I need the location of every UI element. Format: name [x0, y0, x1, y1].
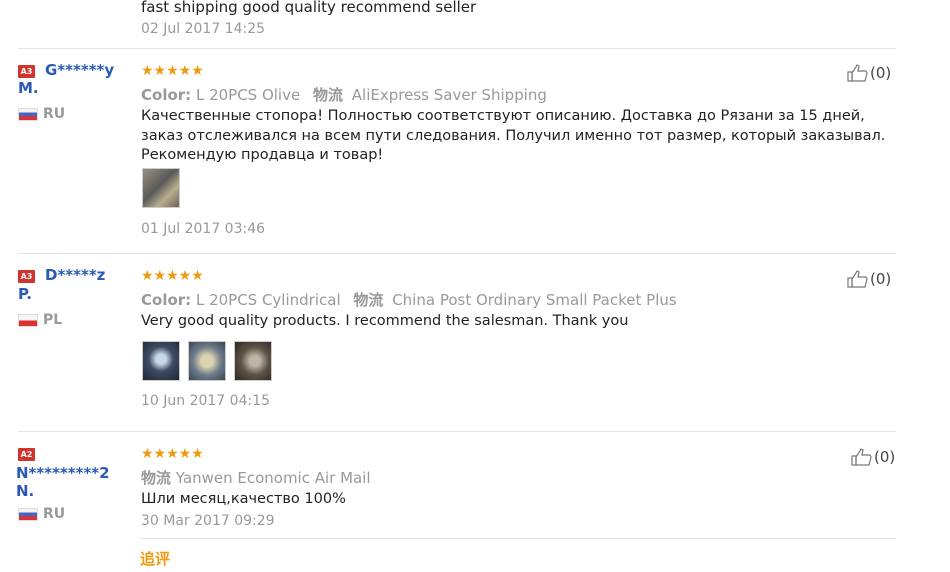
- thumbs-up-icon: [847, 270, 868, 288]
- review-photo-thumbnail[interactable]: [142, 168, 180, 208]
- thumbs-up-icon: [847, 64, 868, 82]
- thumbs-up-icon: [851, 448, 872, 466]
- buyer-name[interactable]: D*****z: [45, 266, 105, 285]
- review-date: 30 Mar 2017 09:29: [141, 513, 275, 529]
- buyer-level-badge: A2: [18, 448, 35, 461]
- order-info: 物流 Yanwen Economic Air Mail: [141, 467, 371, 488]
- helpful-button[interactable]: (0): [847, 64, 891, 82]
- review-date: 02 Jul 2017 14:25: [141, 21, 266, 37]
- review-text: Very good quality products. I recommend …: [141, 313, 629, 329]
- review-photo-thumbnail[interactable]: [234, 341, 272, 381]
- color-label: Color:: [141, 291, 192, 309]
- shipping-label: 物流: [141, 469, 172, 487]
- add-review-link[interactable]: 追评: [140, 548, 170, 569]
- buyer-country: RU: [18, 106, 65, 122]
- buyer-name-initial[interactable]: N.: [16, 482, 34, 501]
- order-info: Color: L 20PCS Cylindrical 物流 China Post…: [141, 289, 677, 310]
- color-value: L 20PCS Cylindrical: [195, 291, 341, 309]
- buyer-country: RU: [18, 506, 65, 522]
- buyer-name-initial[interactable]: M.: [18, 79, 39, 98]
- buyer-name-initial[interactable]: P.: [18, 285, 32, 304]
- shipping-method: AliExpress Saver Shipping: [351, 86, 547, 104]
- country-code: RU: [43, 506, 66, 522]
- country-code: RU: [43, 106, 66, 122]
- buyer-country: PL: [18, 312, 62, 328]
- flag-ru-icon: [18, 507, 38, 521]
- buyer-level-badge: A3: [18, 270, 35, 283]
- color-label: Color:: [141, 86, 192, 104]
- star-rating: ★★★★★: [141, 268, 204, 284]
- buyer-name[interactable]: N*********2: [16, 464, 110, 483]
- buyer-level-badge: A3: [18, 65, 35, 78]
- divider: [18, 253, 896, 254]
- flag-ru-icon: [18, 107, 38, 121]
- helpful-button[interactable]: (0): [847, 270, 891, 288]
- country-code: PL: [43, 312, 63, 328]
- shipping-label: 物流: [353, 291, 384, 309]
- helpful-count: (0): [874, 448, 896, 466]
- review-photo-thumbnail[interactable]: [142, 341, 180, 381]
- buyer-name[interactable]: G******y: [45, 61, 114, 80]
- star-rating: ★★★★★: [141, 446, 204, 462]
- shipping-method: China Post Ordinary Small Packet Plus: [392, 291, 677, 309]
- divider: [18, 431, 896, 432]
- review-text: fast shipping good quality recommend sel…: [141, 0, 477, 16]
- shipping-method: Yanwen Economic Air Mail: [175, 469, 371, 487]
- helpful-count: (0): [870, 64, 892, 82]
- review-text: Качественные стопора! Полностью соответс…: [141, 108, 886, 163]
- color-value: L 20PCS Olive: [195, 86, 301, 104]
- helpful-button[interactable]: (0): [851, 448, 895, 466]
- review-photo-thumbnail[interactable]: [188, 341, 226, 381]
- flag-pl-icon: [18, 313, 38, 327]
- divider: [140, 538, 896, 539]
- star-rating: ★★★★★: [141, 63, 204, 79]
- helpful-count: (0): [870, 270, 892, 288]
- review-date: 10 Jun 2017 04:15: [141, 393, 271, 409]
- order-info: Color: L 20PCS Olive 物流 AliExpress Saver…: [141, 84, 547, 105]
- shipping-label: 物流: [313, 86, 344, 104]
- review-date: 01 Jul 2017 03:46: [141, 221, 266, 237]
- divider: [18, 48, 896, 49]
- review-text: Шли месяц,качество 100%: [141, 491, 346, 507]
